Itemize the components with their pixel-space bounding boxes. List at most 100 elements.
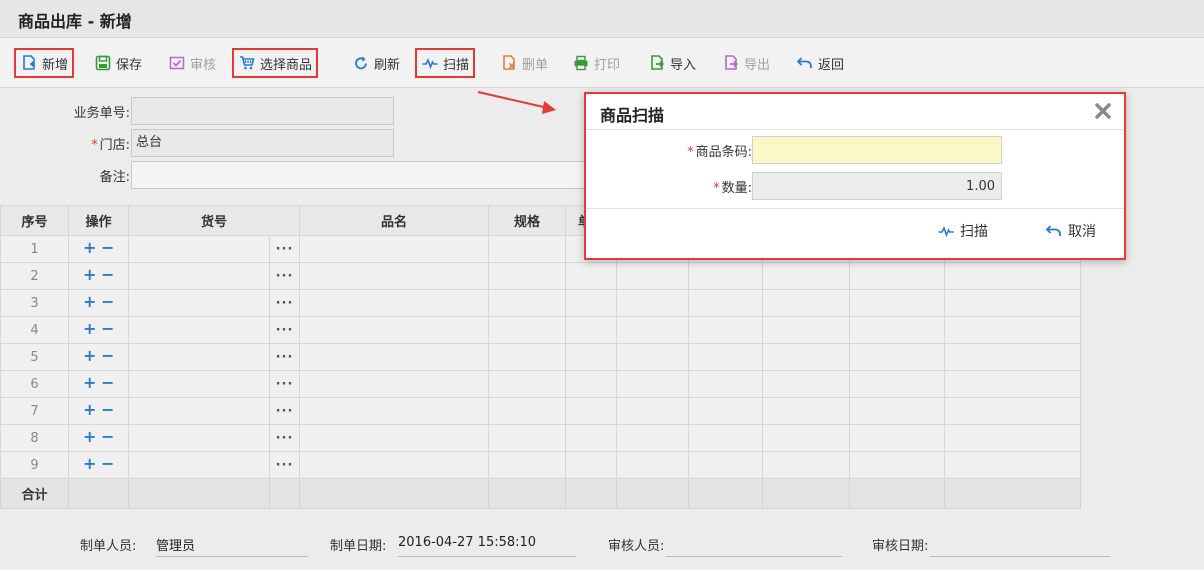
scan-button[interactable]: 扫描 xyxy=(415,48,476,78)
grid-cell[interactable] xyxy=(944,397,1081,425)
unit-cell[interactable] xyxy=(565,316,617,344)
item-code-cell[interactable] xyxy=(128,451,270,479)
add-row-icon[interactable]: + xyxy=(83,402,97,418)
grid-cell[interactable] xyxy=(944,316,1081,344)
unit-cell[interactable] xyxy=(565,424,617,452)
item-code-cell[interactable] xyxy=(128,370,270,398)
grid-cell[interactable] xyxy=(616,316,689,344)
grid-cell[interactable] xyxy=(944,370,1081,398)
grid-cell[interactable] xyxy=(616,397,689,425)
item-name-cell[interactable] xyxy=(299,289,489,317)
grid-cell[interactable] xyxy=(616,370,689,398)
grid-cell[interactable] xyxy=(849,316,945,344)
spec-cell[interactable] xyxy=(488,451,566,479)
grid-cell[interactable] xyxy=(688,289,763,317)
item-code-cell[interactable] xyxy=(128,262,270,290)
unit-cell[interactable] xyxy=(565,262,617,290)
import-button[interactable]: 导入 xyxy=(648,48,696,78)
item-name-cell[interactable] xyxy=(299,451,489,479)
grid-cell[interactable] xyxy=(616,451,689,479)
more-options-icon[interactable]: ··· xyxy=(269,235,300,263)
item-code-cell[interactable] xyxy=(128,235,270,263)
grid-cell[interactable] xyxy=(616,424,689,452)
add-row-icon[interactable]: + xyxy=(83,375,97,391)
item-code-cell[interactable] xyxy=(128,343,270,371)
export-button[interactable]: 导出 xyxy=(722,48,770,78)
item-code-cell[interactable] xyxy=(128,289,270,317)
more-options-icon[interactable]: ··· xyxy=(269,343,300,371)
unit-cell[interactable] xyxy=(565,451,617,479)
grid-cell[interactable] xyxy=(616,262,689,290)
unit-cell[interactable] xyxy=(565,343,617,371)
grid-cell[interactable] xyxy=(944,451,1081,479)
dialog-cancel-button[interactable]: 取消 xyxy=(1046,221,1096,241)
spec-cell[interactable] xyxy=(488,370,566,398)
unit-cell[interactable] xyxy=(565,370,617,398)
more-options-icon[interactable]: ··· xyxy=(269,316,300,344)
unit-cell[interactable] xyxy=(565,397,617,425)
grid-cell[interactable] xyxy=(762,370,850,398)
item-name-cell[interactable] xyxy=(299,235,489,263)
grid-cell[interactable] xyxy=(849,424,945,452)
add-row-icon[interactable]: + xyxy=(83,348,97,364)
grid-cell[interactable] xyxy=(762,262,850,290)
item-name-cell[interactable] xyxy=(299,343,489,371)
grid-cell[interactable] xyxy=(616,343,689,371)
remove-row-icon[interactable]: − xyxy=(101,294,115,310)
remove-row-icon[interactable]: − xyxy=(101,402,115,418)
add-row-icon[interactable]: + xyxy=(83,321,97,337)
remove-row-icon[interactable]: − xyxy=(101,348,115,364)
remove-row-icon[interactable]: − xyxy=(101,375,115,391)
grid-cell[interactable] xyxy=(688,424,763,452)
item-code-cell[interactable] xyxy=(128,424,270,452)
grid-cell[interactable] xyxy=(944,262,1081,290)
more-options-icon[interactable]: ··· xyxy=(269,424,300,452)
grid-cell[interactable] xyxy=(849,370,945,398)
refresh-button[interactable]: 刷新 xyxy=(352,48,400,78)
spec-cell[interactable] xyxy=(488,424,566,452)
item-name-cell[interactable] xyxy=(299,397,489,425)
store-field[interactable]: 总台 xyxy=(131,129,394,157)
remark-field[interactable] xyxy=(131,161,591,189)
add-row-icon[interactable]: + xyxy=(83,267,97,283)
spec-cell[interactable] xyxy=(488,343,566,371)
grid-cell[interactable] xyxy=(762,451,850,479)
remove-row-icon[interactable]: − xyxy=(101,321,115,337)
spec-cell[interactable] xyxy=(488,235,566,263)
remove-row-icon[interactable]: − xyxy=(101,267,115,283)
item-code-cell[interactable] xyxy=(128,316,270,344)
spec-cell[interactable] xyxy=(488,289,566,317)
grid-cell[interactable] xyxy=(762,289,850,317)
grid-cell[interactable] xyxy=(762,343,850,371)
back-button[interactable]: 返回 xyxy=(796,48,844,78)
close-icon[interactable] xyxy=(1094,102,1112,120)
item-name-cell[interactable] xyxy=(299,262,489,290)
add-row-icon[interactable]: + xyxy=(83,456,97,472)
item-name-cell[interactable] xyxy=(299,424,489,452)
more-options-icon[interactable]: ··· xyxy=(269,262,300,290)
grid-cell[interactable] xyxy=(688,316,763,344)
grid-cell[interactable] xyxy=(944,343,1081,371)
item-code-cell[interactable] xyxy=(128,397,270,425)
item-name-cell[interactable] xyxy=(299,370,489,398)
more-options-icon[interactable]: ··· xyxy=(269,289,300,317)
spec-cell[interactable] xyxy=(488,397,566,425)
grid-cell[interactable] xyxy=(762,424,850,452)
print-button[interactable]: 打印 xyxy=(572,48,620,78)
remove-row-icon[interactable]: − xyxy=(101,429,115,445)
select-goods-button[interactable]: 选择商品 xyxy=(232,48,319,78)
unit-cell[interactable] xyxy=(565,289,617,317)
delete-doc-button[interactable]: 删单 xyxy=(500,48,548,78)
new-button[interactable]: 新增 xyxy=(14,48,75,78)
grid-cell[interactable] xyxy=(616,289,689,317)
grid-cell[interactable] xyxy=(762,397,850,425)
remove-row-icon[interactable]: − xyxy=(101,240,115,256)
spec-cell[interactable] xyxy=(488,262,566,290)
more-options-icon[interactable]: ··· xyxy=(269,451,300,479)
more-options-icon[interactable]: ··· xyxy=(269,370,300,398)
more-options-icon[interactable]: ··· xyxy=(269,397,300,425)
add-row-icon[interactable]: + xyxy=(83,240,97,256)
grid-cell[interactable] xyxy=(849,451,945,479)
grid-cell[interactable] xyxy=(849,343,945,371)
grid-cell[interactable] xyxy=(849,262,945,290)
